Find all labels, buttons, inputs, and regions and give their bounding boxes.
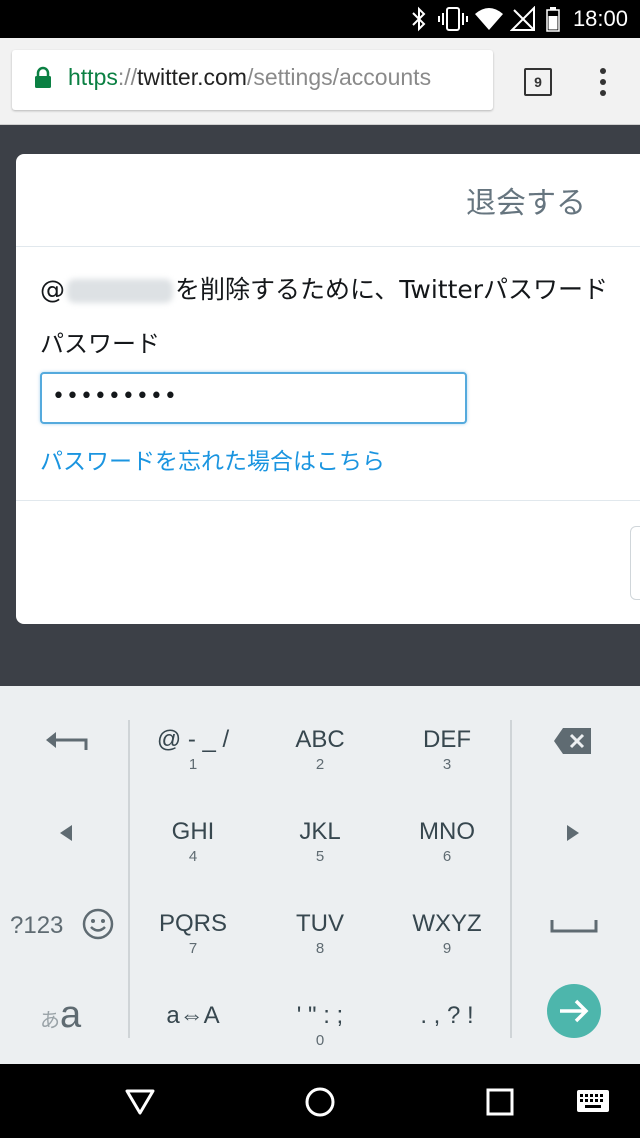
key-punctuation[interactable]: . , ? ! bbox=[383, 962, 511, 1054]
key-sub-label: 6 bbox=[442, 848, 452, 865]
url-text: https://twitter.com/settings/accounts bbox=[68, 64, 431, 91]
keyboard: ?123 あa @ - _ / 1 ABC 2 DEF 3 GHI 4 JKL 5 MNO… bbox=[0, 686, 640, 1064]
enter-arrow-icon[interactable] bbox=[546, 983, 602, 1039]
key-0[interactable]: ' " : ; 0 bbox=[256, 962, 384, 1054]
deactivate-dialog: 退会する @ を削除するために、Twitterパスワード パスワード ••••••… bbox=[16, 154, 640, 624]
key-label: WXYZ bbox=[412, 910, 482, 937]
key-9[interactable]: WXYZ 9 bbox=[383, 870, 511, 962]
confirm-button[interactable] bbox=[630, 526, 640, 600]
overflow-menu-icon[interactable] bbox=[598, 68, 608, 96]
key-label: TUV bbox=[296, 910, 344, 937]
prompt-suffix: を削除するために、Twitterパスワード bbox=[175, 275, 609, 304]
recents-square-icon[interactable] bbox=[486, 1088, 514, 1116]
kana-small-label: あ bbox=[40, 1008, 60, 1032]
key-sub-label: 4 bbox=[188, 848, 198, 865]
password-value: ••••••••• bbox=[52, 384, 178, 409]
battery-icon bbox=[546, 7, 560, 32]
password-label: パスワード bbox=[40, 330, 160, 358]
key-2[interactable]: ABC 2 bbox=[256, 686, 384, 778]
cursor-left-icon[interactable] bbox=[58, 824, 74, 842]
key-sub-label: 5 bbox=[315, 848, 325, 865]
cursor-right-icon[interactable] bbox=[565, 824, 581, 842]
back-triangle-icon[interactable] bbox=[124, 1088, 156, 1116]
wifi-icon bbox=[475, 8, 503, 30]
forgot-password-link[interactable]: パスワードを忘れた場合はこちら bbox=[40, 442, 385, 476]
key-sub-label: 8 bbox=[315, 940, 325, 957]
key-sub-label: 2 bbox=[315, 756, 325, 773]
blurred-username bbox=[67, 279, 173, 303]
password-prompt: @ を削除するために、Twitterパスワード bbox=[40, 270, 608, 306]
dialog-header: 退会する bbox=[16, 154, 640, 247]
url-separator: :// bbox=[117, 64, 138, 90]
key-sub-label: 7 bbox=[188, 940, 198, 957]
key-sub-label: 0 bbox=[315, 1032, 325, 1049]
key-4[interactable]: GHI 4 bbox=[129, 778, 257, 870]
url-bar[interactable]: https://twitter.com/settings/accounts bbox=[12, 50, 493, 110]
key-sub-label: 9 bbox=[442, 940, 452, 957]
key-5[interactable]: JKL 5 bbox=[256, 778, 384, 870]
key-sub-label: 1 bbox=[188, 756, 198, 773]
key-label: a⇔A bbox=[166, 1002, 220, 1029]
symbols-key[interactable]: ?123 bbox=[10, 912, 63, 940]
kana-large-label: a bbox=[60, 994, 82, 1036]
home-circle-icon[interactable] bbox=[304, 1086, 336, 1118]
key-sub-label: 3 bbox=[442, 756, 452, 773]
status-time: 18:00 bbox=[572, 6, 628, 31]
navigation-bar bbox=[0, 1064, 640, 1138]
key-label: GHI bbox=[171, 818, 215, 845]
status-bar: 18:00 bbox=[0, 0, 640, 38]
backspace-icon[interactable] bbox=[553, 727, 593, 755]
lock-icon bbox=[35, 66, 51, 88]
emoji-icon[interactable] bbox=[82, 908, 114, 940]
space-key-icon[interactable] bbox=[550, 918, 598, 934]
key-label: PQRS bbox=[158, 910, 227, 937]
browser-toolbar: https://twitter.com/settings/accounts 9 bbox=[0, 38, 640, 125]
key-label: @ - _ / bbox=[156, 726, 230, 753]
key-label: . , ? ! bbox=[420, 1002, 474, 1029]
url-path: /settings/accounts bbox=[246, 64, 432, 90]
key-label: MNO bbox=[419, 818, 475, 845]
no-signal-icon bbox=[510, 6, 535, 31]
tab-switcher-button[interactable]: 9 bbox=[524, 68, 552, 96]
prompt-prefix: @ bbox=[40, 275, 65, 304]
key-1[interactable]: @ - _ / 1 bbox=[129, 686, 257, 778]
dialog-footer bbox=[16, 500, 640, 501]
undo-arrow-icon[interactable] bbox=[44, 728, 90, 754]
key-label: ABC bbox=[295, 726, 345, 753]
key-label: JKL bbox=[299, 818, 341, 845]
url-host: twitter.com bbox=[137, 64, 247, 90]
url-scheme: https bbox=[68, 64, 118, 90]
key-label: DEF bbox=[423, 726, 471, 753]
key-8[interactable]: TUV 8 bbox=[256, 870, 384, 962]
dialog-title: 退会する bbox=[466, 186, 586, 221]
key-3[interactable]: DEF 3 bbox=[383, 686, 511, 778]
kana-toggle-key[interactable]: あa bbox=[40, 994, 81, 1037]
password-field[interactable]: ••••••••• bbox=[40, 372, 467, 424]
keyboard-switch-icon[interactable] bbox=[577, 1090, 609, 1112]
key-label: ' " : ; bbox=[296, 1002, 344, 1029]
key-case-toggle[interactable]: a⇔A bbox=[129, 962, 257, 1054]
key-6[interactable]: MNO 6 bbox=[383, 778, 511, 870]
vibrate-icon bbox=[438, 7, 468, 31]
key-7[interactable]: PQRS 7 bbox=[129, 870, 257, 962]
bluetooth-icon bbox=[412, 6, 426, 32]
